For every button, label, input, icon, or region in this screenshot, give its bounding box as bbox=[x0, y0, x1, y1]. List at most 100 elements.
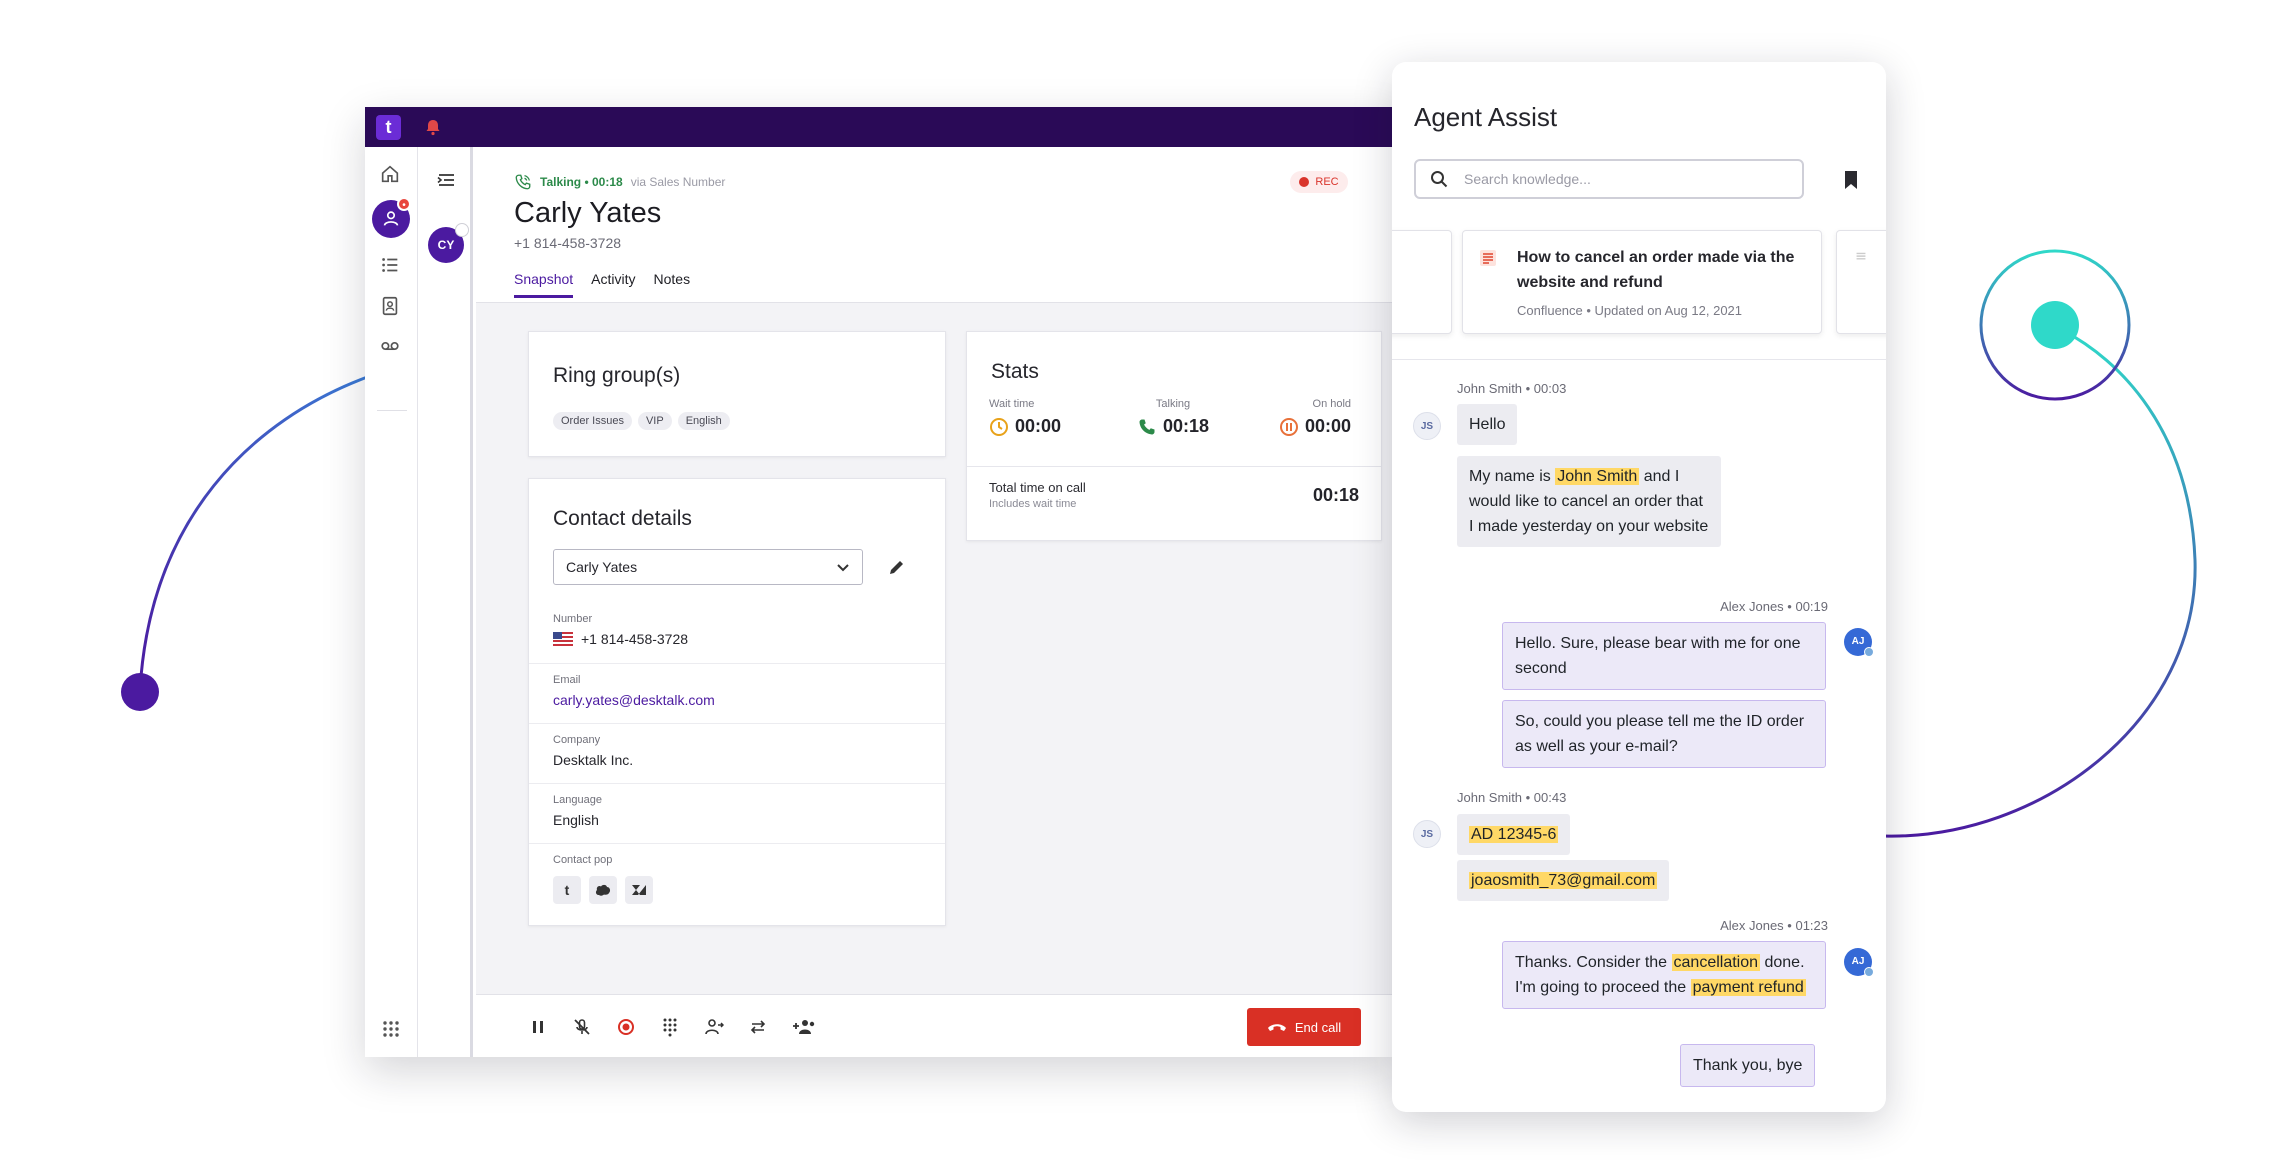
customer-message: Hello bbox=[1457, 404, 1518, 445]
recording-dot-icon bbox=[1299, 177, 1310, 187]
wait-time-value: 00:00 bbox=[1015, 416, 1062, 436]
notification-bell-icon[interactable] bbox=[423, 117, 443, 137]
recording-badge: REC bbox=[1290, 171, 1348, 193]
knowledge-search bbox=[1414, 159, 1804, 199]
contacts-icon[interactable] bbox=[379, 295, 405, 321]
apps-grid-icon[interactable] bbox=[381, 1019, 401, 1039]
email-label: Email bbox=[553, 674, 581, 686]
app-logo[interactable]: t bbox=[376, 115, 401, 140]
zendesk-app-icon[interactable] bbox=[625, 876, 653, 904]
tab-activity[interactable]: Activity bbox=[591, 271, 635, 298]
stats-card: Stats Wait time 00:00 Talking 00:18 On h… bbox=[966, 331, 1382, 541]
knowledge-card-title: How to cancel an order made via the webs… bbox=[1517, 249, 1795, 291]
highlighted-entity: joaosmith_73@gmail.com bbox=[1469, 872, 1658, 889]
on-hold-value: 00:00 bbox=[1305, 416, 1352, 436]
call-timer: Talking • 00:18 bbox=[540, 175, 623, 189]
agent-message: Hello. Sure, please bear with me for one… bbox=[1502, 622, 1826, 690]
top-bar: t bbox=[365, 107, 1394, 147]
company-field: Company Desktalk Inc. bbox=[529, 723, 945, 783]
agent-message: So, could you please tell me the ID orde… bbox=[1502, 700, 1826, 768]
edit-pencil-icon[interactable] bbox=[887, 557, 907, 577]
end-call-button[interactable]: End call bbox=[1247, 1008, 1361, 1046]
knowledge-card-prev[interactable] bbox=[1392, 230, 1452, 334]
add-participant-button[interactable] bbox=[790, 1015, 818, 1039]
customer-message: My name is John Smith and I would like t… bbox=[1457, 456, 1721, 547]
knowledge-card[interactable]: How to cancel an order made via the webs… bbox=[1462, 230, 1822, 334]
customer-message: joaosmith_73@gmail.com bbox=[1457, 860, 1670, 901]
number-value-row: +1 814-458-3728 bbox=[553, 631, 688, 647]
highlighted-entity: AD 12345-6 bbox=[1469, 826, 1559, 843]
message-header: John Smith • 00:43 bbox=[1457, 790, 1567, 805]
customer-avatar: JS bbox=[1413, 820, 1441, 848]
on-hold-stat: On hold 00:00 bbox=[1279, 398, 1351, 437]
contact-details-title: Contact details bbox=[553, 507, 692, 530]
message-text: My name is bbox=[1469, 468, 1556, 485]
message-header: Alex Jones • 00:19 bbox=[1720, 599, 1828, 614]
wait-time-stat: Wait time 00:00 bbox=[989, 398, 1061, 437]
customer-avatar: JS bbox=[1413, 412, 1441, 440]
knowledge-card-meta: Confluence • Updated on Aug 12, 2021 bbox=[1517, 303, 1743, 318]
tab-snapshot[interactable]: Snapshot bbox=[514, 271, 574, 298]
collapse-menu-icon[interactable] bbox=[435, 169, 457, 191]
agent-avatar: AJ bbox=[1844, 948, 1874, 977]
company-value: Desktalk Inc. bbox=[553, 752, 634, 768]
company-label: Company bbox=[553, 734, 601, 746]
mic-off-icon bbox=[574, 1019, 590, 1035]
contact-details-card: Contact details Carly Yates Number +1 81… bbox=[528, 478, 946, 926]
contact-select[interactable]: Carly Yates bbox=[553, 549, 863, 585]
mute-button[interactable] bbox=[570, 1015, 594, 1039]
email-link[interactable]: carly.yates@desktalk.com bbox=[553, 692, 715, 708]
total-time-value: 00:18 bbox=[1312, 485, 1359, 505]
record-button[interactable] bbox=[614, 1015, 638, 1039]
talking-label: Talking bbox=[1155, 398, 1191, 410]
knowledge-card-next[interactable] bbox=[1836, 230, 1886, 334]
voicemail-icon[interactable] bbox=[379, 335, 405, 361]
search-icon bbox=[1431, 171, 1448, 188]
call-controls: End call bbox=[476, 994, 1394, 1057]
talkdesk-app-icon[interactable]: t bbox=[553, 876, 581, 904]
on-hold-label: On hold bbox=[1312, 398, 1352, 410]
number-field: Number +1 814-458-3728 bbox=[529, 603, 945, 663]
record-icon bbox=[618, 1019, 634, 1035]
language-field: Language English bbox=[529, 783, 945, 843]
ring-groups-title: Ring group(s) bbox=[553, 364, 681, 387]
message-text: Thanks. Consider the bbox=[1515, 954, 1672, 971]
stats-title: Stats bbox=[991, 360, 1039, 383]
highlighted-entity: payment refund bbox=[1690, 979, 1806, 996]
end-call-label: End call bbox=[1294, 1019, 1342, 1035]
number-value: +1 814-458-3728 bbox=[581, 631, 689, 647]
agent-message: Thank you, bye bbox=[1680, 1044, 1816, 1087]
tab-notes[interactable]: Notes bbox=[654, 271, 691, 298]
talking-stat: Talking 00:18 bbox=[1137, 398, 1209, 437]
hold-icon bbox=[1280, 417, 1298, 436]
agent-icon bbox=[383, 211, 399, 226]
transfer-button[interactable] bbox=[746, 1015, 770, 1039]
contact-select-value: Carly Yates bbox=[566, 559, 638, 575]
rail-divider bbox=[377, 410, 407, 411]
call-queue-column: CY bbox=[419, 147, 473, 1057]
knowledge-results: How to cancel an order made via the webs… bbox=[1392, 230, 1886, 360]
talking-value: 00:18 bbox=[1163, 416, 1210, 436]
ring-group-chip: VIP bbox=[637, 412, 672, 430]
contact-pop-label: Contact pop bbox=[553, 854, 613, 866]
nav-rail: • bbox=[365, 147, 418, 1057]
agent-assist-panel: Agent Assist How to cancel an order made… bbox=[1392, 62, 1886, 1112]
document-icon bbox=[1480, 250, 1496, 266]
salesforce-app-icon[interactable] bbox=[589, 876, 617, 904]
hold-button[interactable] bbox=[526, 1015, 550, 1039]
knowledge-search-input[interactable] bbox=[1462, 168, 1782, 190]
highlighted-entity: John Smith bbox=[1555, 468, 1640, 485]
call-status-icon bbox=[455, 223, 469, 237]
pause-icon bbox=[533, 1021, 543, 1033]
call-via: via Sales Number bbox=[630, 175, 726, 189]
dialpad-button[interactable] bbox=[658, 1015, 682, 1039]
chevron-down-icon bbox=[837, 564, 849, 572]
message-header: John Smith • 00:03 bbox=[1457, 381, 1567, 396]
agent-avatar: AJ bbox=[1844, 628, 1874, 657]
hang-up-icon bbox=[1267, 1024, 1286, 1031]
bookmark-icon[interactable] bbox=[1841, 169, 1861, 191]
list-icon[interactable] bbox=[379, 254, 405, 280]
assign-button[interactable] bbox=[702, 1015, 726, 1039]
home-icon[interactable] bbox=[379, 163, 405, 189]
dialpad-icon bbox=[663, 1018, 677, 1037]
